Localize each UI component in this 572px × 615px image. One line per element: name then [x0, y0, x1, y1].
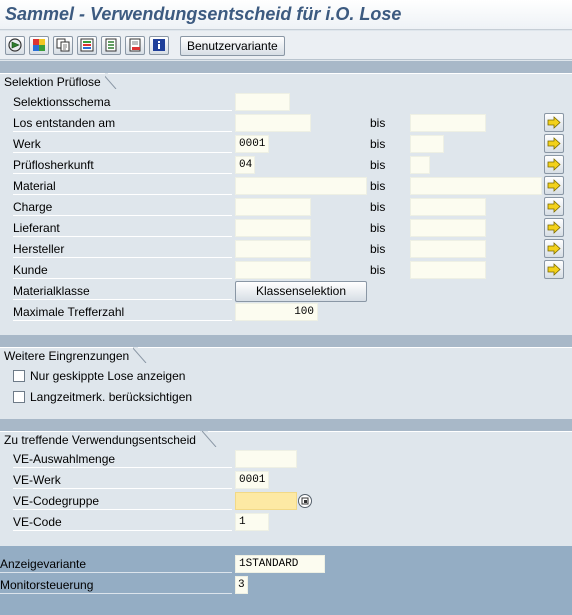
multiple-selection-arrow-icon[interactable]	[544, 155, 564, 174]
ve-werk-input[interactable]: 0001	[235, 471, 269, 489]
bottom-area: Anzeigevariante 1STANDARD Monitorsteueru…	[0, 546, 572, 615]
bis-label: bis	[370, 263, 386, 277]
materialklasse-label: Materialklasse	[13, 283, 232, 300]
ve-werk-label: VE-Werk	[13, 472, 232, 489]
ve-code-label: VE-Code	[13, 514, 232, 531]
hersteller-from-input[interactable]	[235, 240, 311, 258]
ve-auswahlmenge-label: VE-Auswahlmenge	[13, 451, 232, 468]
info-icon[interactable]	[149, 36, 169, 55]
werk-to-input[interactable]	[410, 135, 444, 153]
bis-label: bis	[370, 137, 386, 151]
group-title: Selektion Prüflose	[0, 73, 105, 89]
lieferant-to-input[interactable]	[410, 219, 486, 237]
delete-icon[interactable]	[125, 36, 145, 55]
material-label: Material	[13, 178, 232, 195]
multiple-selection-arrow-icon[interactable]	[544, 218, 564, 237]
user-variant-button[interactable]: Benutzervariante	[180, 36, 285, 56]
charge-label: Charge	[13, 199, 232, 216]
monitorsteuerung-label: Monitorsteuerung	[0, 577, 232, 594]
max-treffer-label: Maximale Trefferzahl	[13, 304, 232, 321]
bis-label: bis	[370, 242, 386, 256]
section-separator	[0, 335, 572, 347]
window-title: Sammel - Verwendungsentscheid für i.O. L…	[5, 4, 402, 24]
bis-label: bis	[370, 158, 386, 172]
application-toolbar: Benutzervariante	[0, 31, 572, 60]
selektionsschema-from-input[interactable]	[235, 93, 290, 111]
monitorsteuerung-input[interactable]: 3	[235, 576, 248, 594]
title-bar: Sammel - Verwendungsentscheid für i.O. L…	[0, 0, 572, 30]
lieferant-from-input[interactable]	[235, 219, 311, 237]
kunde-label: Kunde	[13, 262, 232, 279]
los-entstanden-to-input[interactable]	[410, 114, 486, 132]
ve-auswahlmenge-input[interactable]	[235, 450, 297, 468]
bis-label: bis	[370, 179, 386, 193]
hersteller-label: Hersteller	[13, 241, 232, 258]
multiple-selection-icon[interactable]	[101, 36, 121, 55]
charge-from-input[interactable]	[235, 198, 311, 216]
lieferant-label: Lieferant	[13, 220, 232, 237]
bis-label: bis	[370, 116, 386, 130]
value-help-icon[interactable]	[298, 494, 312, 508]
section-separator	[0, 419, 572, 431]
langzeitmerk-label: Langzeitmerk. berücksichtigen	[30, 390, 193, 404]
hersteller-to-input[interactable]	[410, 240, 486, 258]
multiple-selection-arrow-icon[interactable]	[544, 260, 564, 279]
los-entstanden-from-input[interactable]	[235, 114, 311, 132]
multiple-selection-arrow-icon[interactable]	[544, 239, 564, 258]
anzeigevariante-input[interactable]: 1STANDARD	[235, 555, 325, 573]
anzeigevariante-label: Anzeigevariante	[0, 556, 232, 573]
klassenselektion-button[interactable]: Klassenselektion	[235, 281, 367, 302]
selection-options-icon[interactable]	[77, 36, 97, 55]
bis-label: bis	[370, 221, 386, 235]
header-separator	[0, 61, 572, 73]
ve-code-input[interactable]: 1	[235, 513, 269, 531]
selektionsschema-label: Selektionsschema	[13, 94, 232, 111]
kunde-to-input[interactable]	[410, 261, 486, 279]
prueflosherkunft-to-input[interactable]	[410, 156, 430, 174]
group-title: Zu treffende Verwendungsentscheid	[0, 431, 200, 447]
copy-icon[interactable]	[53, 36, 73, 55]
nur-geskippte-label: Nur geskippte Lose anzeigen	[30, 369, 186, 383]
multiple-selection-arrow-icon[interactable]	[544, 134, 564, 153]
execute-icon[interactable]	[5, 36, 25, 55]
variant-icon[interactable]	[29, 36, 49, 55]
prueflosherkunft-from-input[interactable]: 04	[235, 156, 255, 174]
ve-codegruppe-label: VE-Codegruppe	[13, 493, 232, 510]
bis-label: bis	[370, 200, 386, 214]
material-to-input[interactable]	[410, 177, 542, 195]
multiple-selection-arrow-icon[interactable]	[544, 197, 564, 216]
multiple-selection-arrow-icon[interactable]	[544, 176, 564, 195]
max-treffer-input[interactable]: 100	[235, 303, 318, 321]
nur-geskippte-checkbox[interactable]	[13, 370, 25, 382]
multiple-selection-arrow-icon[interactable]	[544, 113, 564, 132]
langzeitmerk-checkbox[interactable]	[13, 391, 25, 403]
prueflosherkunft-label: Prüflosherkunft	[13, 157, 232, 174]
werk-label: Werk	[13, 136, 232, 153]
ve-codegruppe-input[interactable]	[235, 492, 297, 510]
charge-to-input[interactable]	[410, 198, 486, 216]
los-entstanden-label: Los entstanden am	[13, 115, 232, 132]
werk-from-input[interactable]: 0001	[235, 135, 269, 153]
kunde-from-input[interactable]	[235, 261, 311, 279]
material-from-input[interactable]	[235, 177, 367, 195]
group-title: Weitere Eingrenzungen	[0, 347, 134, 363]
